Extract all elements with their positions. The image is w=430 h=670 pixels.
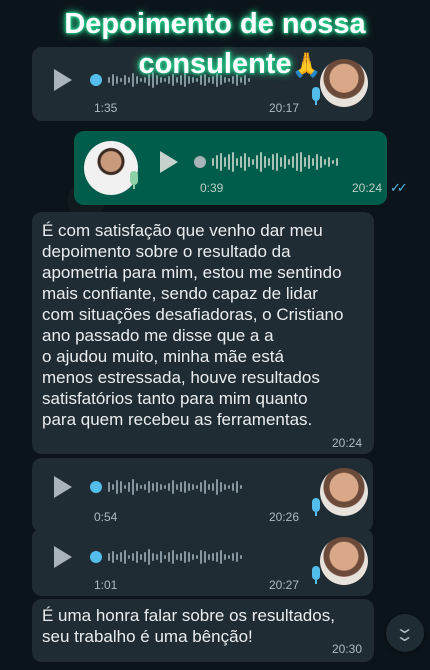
chevron-double-down-icon: ⌄ ⌄ <box>394 620 416 645</box>
voice-message-2[interactable]: 0:39 20:24 ✓✓ <box>74 131 408 205</box>
scroll-to-bottom-button[interactable]: ⌄ ⌄ <box>386 614 424 652</box>
message-time: 20:27 <box>269 578 300 592</box>
praying-hands-emoji: 🙏 <box>291 52 322 79</box>
overlay-title-line1: Depoimento de nossa <box>64 8 366 40</box>
message-text: É uma honra falar sobre os resultados, s… <box>42 606 335 646</box>
message-text: É com satisfação que venho dar meu depoi… <box>42 221 344 429</box>
microphone-icon <box>312 498 320 516</box>
message-time: 20:26 <box>269 510 300 524</box>
microphone-icon <box>312 566 320 584</box>
sender-avatar[interactable] <box>320 468 368 516</box>
voice-waveform[interactable] <box>194 151 338 173</box>
overlay-title-line2-wrap: consulente🙏 <box>109 44 322 86</box>
progress-dot[interactable] <box>90 481 102 493</box>
voice-waveform[interactable] <box>90 476 242 498</box>
microphone-icon <box>130 171 138 189</box>
overlay-title: Depoimento de nossa consulente🙏 <box>0 4 430 86</box>
voice-duration: 1:35 <box>94 101 118 115</box>
text-message-1[interactable]: É com satisfação que venho dar meu depoi… <box>32 212 374 454</box>
microphone-icon <box>312 87 320 105</box>
play-icon[interactable] <box>54 546 72 568</box>
sender-avatar[interactable] <box>84 141 138 195</box>
message-time: 20:24 <box>332 436 363 450</box>
voice-duration: 1:01 <box>94 578 118 592</box>
voice-duration: 0:54 <box>94 510 118 524</box>
play-icon[interactable] <box>160 151 178 173</box>
message-time: 20:30 <box>332 642 363 656</box>
sender-avatar[interactable] <box>320 537 368 585</box>
text-message-2[interactable]: É uma honra falar sobre os resultados, s… <box>32 599 374 662</box>
overlay-title-line2: consulente <box>138 48 292 80</box>
voice-duration: 0:39 <box>200 181 224 195</box>
voice-message-3[interactable]: 0:54 20:26 <box>32 458 373 532</box>
voice-message-4[interactable]: 1:01 20:27 <box>32 528 373 596</box>
message-time: 20:17 <box>269 101 300 115</box>
progress-dot[interactable] <box>90 551 102 563</box>
voice-waveform[interactable] <box>90 546 242 568</box>
play-icon[interactable] <box>54 476 72 498</box>
message-time: 20:24 <box>352 181 383 195</box>
progress-dot[interactable] <box>194 156 206 168</box>
double-check-icon: ✓✓ <box>390 180 408 195</box>
